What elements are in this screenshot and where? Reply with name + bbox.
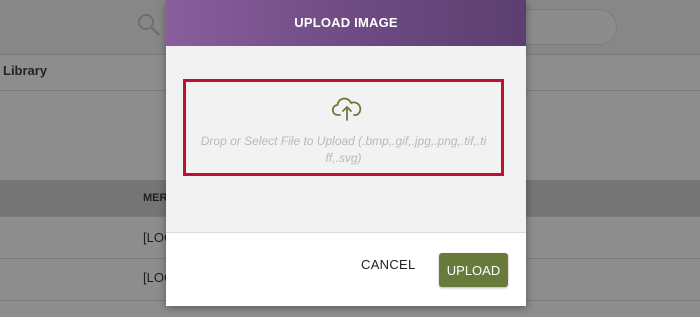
search-icon [138,14,160,36]
dialog-footer: CANCEL UPLOAD [166,233,526,306]
dropzone-instructions: Drop or Select File to Upload (.bmp,.gif… [200,134,487,165]
column-header: MER [143,192,168,204]
cancel-button[interactable]: CANCEL [361,257,416,272]
upload-image-dialog: UPLOAD IMAGE Drop or Select File to Uplo… [166,0,526,306]
upload-button[interactable]: UPLOAD [439,253,508,287]
dialog-title: UPLOAD IMAGE [166,0,526,46]
cloud-upload-icon [332,97,362,121]
section-title: Library [3,63,48,78]
dialog-body: Drop or Select File to Upload (.bmp,.gif… [166,46,526,232]
file-dropzone[interactable]: Drop or Select File to Upload (.bmp,.gif… [183,79,504,176]
